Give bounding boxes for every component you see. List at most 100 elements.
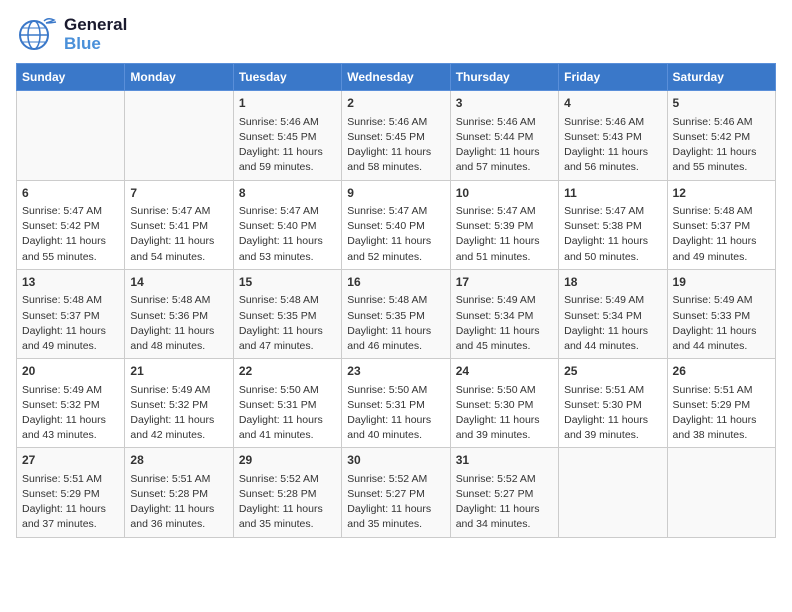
cell-content: Sunrise: 5:47 AM Sunset: 5:42 PM Dayligh… xyxy=(22,204,119,265)
cell-content: Sunrise: 5:48 AM Sunset: 5:35 PM Dayligh… xyxy=(347,293,444,354)
day-number: 18 xyxy=(564,274,661,291)
day-number: 21 xyxy=(130,363,227,380)
day-number: 19 xyxy=(673,274,770,291)
cell-content: Sunrise: 5:52 AM Sunset: 5:27 PM Dayligh… xyxy=(456,472,553,533)
cell-content: Sunrise: 5:50 AM Sunset: 5:30 PM Dayligh… xyxy=(456,383,553,444)
cell-content: Sunrise: 5:52 AM Sunset: 5:27 PM Dayligh… xyxy=(347,472,444,533)
day-number: 29 xyxy=(239,452,336,469)
calendar-cell: 28 Sunrise: 5:51 AM Sunset: 5:28 PM Dayli… xyxy=(125,448,233,537)
calendar-cell: 4Sunrise: 5:46 AM Sunset: 5:43 PM Daylig… xyxy=(559,91,667,180)
calendar-cell: 31 Sunrise: 5:52 AM Sunset: 5:27 PM Dayli… xyxy=(450,448,558,537)
cell-content: Sunrise: 5:51 AM Sunset: 5:29 PM Dayligh… xyxy=(22,472,119,533)
calendar-cell xyxy=(667,448,775,537)
calendar-table: SundayMondayTuesdayWednesdayThursdayFrid… xyxy=(16,63,776,537)
calendar-cell: 20Sunrise: 5:49 AM Sunset: 5:32 PM Dayli… xyxy=(17,359,125,448)
day-number: 30 xyxy=(347,452,444,469)
calendar-week-row: 6 Sunrise: 5:47 AM Sunset: 5:42 PM Daylig… xyxy=(17,180,776,269)
day-number: 15 xyxy=(239,274,336,291)
calendar-cell: 29 Sunrise: 5:52 AM Sunset: 5:28 PM Dayli… xyxy=(233,448,341,537)
cell-content: Sunrise: 5:51 AM Sunset: 5:29 PM Dayligh… xyxy=(673,383,770,444)
calendar-cell: 27 Sunrise: 5:51 AM Sunset: 5:29 PM Dayli… xyxy=(17,448,125,537)
calendar-cell: 2 Sunrise: 5:46 AM Sunset: 5:45 PM Daylig… xyxy=(342,91,450,180)
calendar-cell: 8 Sunrise: 5:47 AM Sunset: 5:40 PM Daylig… xyxy=(233,180,341,269)
day-number: 31 xyxy=(456,452,553,469)
day-number: 12 xyxy=(673,185,770,202)
cell-content: Sunrise: 5:48 AM Sunset: 5:37 PM Dayligh… xyxy=(673,204,770,265)
day-number: 1 xyxy=(239,95,336,112)
cell-content: Sunrise: 5:47 AM Sunset: 5:41 PM Dayligh… xyxy=(130,204,227,265)
day-number: 22 xyxy=(239,363,336,380)
calendar-cell: 17Sunrise: 5:49 AM Sunset: 5:34 PM Dayli… xyxy=(450,269,558,358)
day-number: 28 xyxy=(130,452,227,469)
calendar-cell: 3 Sunrise: 5:46 AM Sunset: 5:44 PM Daylig… xyxy=(450,91,558,180)
calendar-header-row: SundayMondayTuesdayWednesdayThursdayFrid… xyxy=(17,64,776,91)
day-number: 10 xyxy=(456,185,553,202)
day-number: 16 xyxy=(347,274,444,291)
cell-content: Sunrise: 5:51 AM Sunset: 5:30 PM Dayligh… xyxy=(564,383,661,444)
cell-content: Sunrise: 5:47 AM Sunset: 5:40 PM Dayligh… xyxy=(347,204,444,265)
calendar-cell: 21Sunrise: 5:49 AM Sunset: 5:32 PM Dayli… xyxy=(125,359,233,448)
cell-content: Sunrise: 5:49 AM Sunset: 5:32 PM Dayligh… xyxy=(22,383,119,444)
day-number: 5 xyxy=(673,95,770,112)
calendar-cell: 10 Sunrise: 5:47 AM Sunset: 5:39 PM Dayli… xyxy=(450,180,558,269)
calendar-cell: 22Sunrise: 5:50 AM Sunset: 5:31 PM Dayli… xyxy=(233,359,341,448)
column-header-saturday: Saturday xyxy=(667,64,775,91)
day-number: 27 xyxy=(22,452,119,469)
page-header: GeneralBlue xyxy=(16,16,776,53)
calendar-cell: 19Sunrise: 5:49 AM Sunset: 5:33 PM Dayli… xyxy=(667,269,775,358)
day-number: 3 xyxy=(456,95,553,112)
logo-globe-icon xyxy=(16,17,60,53)
column-header-sunday: Sunday xyxy=(17,64,125,91)
cell-content: Sunrise: 5:48 AM Sunset: 5:36 PM Dayligh… xyxy=(130,293,227,354)
cell-content: Sunrise: 5:46 AM Sunset: 5:43 PM Dayligh… xyxy=(564,115,661,176)
cell-content: Sunrise: 5:47 AM Sunset: 5:40 PM Dayligh… xyxy=(239,204,336,265)
day-number: 9 xyxy=(347,185,444,202)
cell-content: Sunrise: 5:47 AM Sunset: 5:38 PM Dayligh… xyxy=(564,204,661,265)
calendar-cell: 6 Sunrise: 5:47 AM Sunset: 5:42 PM Daylig… xyxy=(17,180,125,269)
day-number: 7 xyxy=(130,185,227,202)
cell-content: Sunrise: 5:47 AM Sunset: 5:39 PM Dayligh… xyxy=(456,204,553,265)
column-header-wednesday: Wednesday xyxy=(342,64,450,91)
calendar-week-row: 27 Sunrise: 5:51 AM Sunset: 5:29 PM Dayli… xyxy=(17,448,776,537)
calendar-week-row: 1 Sunrise: 5:46 AM Sunset: 5:45 PM Daylig… xyxy=(17,91,776,180)
column-header-thursday: Thursday xyxy=(450,64,558,91)
logo: GeneralBlue xyxy=(16,16,127,53)
calendar-cell: 24 Sunrise: 5:50 AM Sunset: 5:30 PM Dayli… xyxy=(450,359,558,448)
cell-content: Sunrise: 5:48 AM Sunset: 5:35 PM Dayligh… xyxy=(239,293,336,354)
day-number: 11 xyxy=(564,185,661,202)
calendar-cell: 15 Sunrise: 5:48 AM Sunset: 5:35 PM Dayli… xyxy=(233,269,341,358)
cell-content: Sunrise: 5:51 AM Sunset: 5:28 PM Dayligh… xyxy=(130,472,227,533)
cell-content: Sunrise: 5:49 AM Sunset: 5:34 PM Dayligh… xyxy=(564,293,661,354)
cell-content: Sunrise: 5:52 AM Sunset: 5:28 PM Dayligh… xyxy=(239,472,336,533)
cell-content: Sunrise: 5:46 AM Sunset: 5:42 PM Dayligh… xyxy=(673,115,770,176)
calendar-cell: 14 Sunrise: 5:48 AM Sunset: 5:36 PM Dayli… xyxy=(125,269,233,358)
column-header-monday: Monday xyxy=(125,64,233,91)
cell-content: Sunrise: 5:50 AM Sunset: 5:31 PM Dayligh… xyxy=(347,383,444,444)
cell-content: Sunrise: 5:46 AM Sunset: 5:44 PM Dayligh… xyxy=(456,115,553,176)
day-number: 13 xyxy=(22,274,119,291)
calendar-week-row: 13 Sunrise: 5:48 AM Sunset: 5:37 PM Dayli… xyxy=(17,269,776,358)
calendar-cell: 23 Sunrise: 5:50 AM Sunset: 5:31 PM Dayli… xyxy=(342,359,450,448)
day-number: 14 xyxy=(130,274,227,291)
day-number: 8 xyxy=(239,185,336,202)
calendar-cell: 25 Sunrise: 5:51 AM Sunset: 5:30 PM Dayli… xyxy=(559,359,667,448)
calendar-cell: 26Sunrise: 5:51 AM Sunset: 5:29 PM Dayli… xyxy=(667,359,775,448)
cell-content: Sunrise: 5:46 AM Sunset: 5:45 PM Dayligh… xyxy=(239,115,336,176)
calendar-cell: 9 Sunrise: 5:47 AM Sunset: 5:40 PM Daylig… xyxy=(342,180,450,269)
cell-content: Sunrise: 5:48 AM Sunset: 5:37 PM Dayligh… xyxy=(22,293,119,354)
calendar-cell: 30 Sunrise: 5:52 AM Sunset: 5:27 PM Dayli… xyxy=(342,448,450,537)
day-number: 24 xyxy=(456,363,553,380)
calendar-cell xyxy=(125,91,233,180)
day-number: 25 xyxy=(564,363,661,380)
calendar-week-row: 20Sunrise: 5:49 AM Sunset: 5:32 PM Dayli… xyxy=(17,359,776,448)
day-number: 23 xyxy=(347,363,444,380)
day-number: 2 xyxy=(347,95,444,112)
calendar-cell: 11 Sunrise: 5:47 AM Sunset: 5:38 PM Dayli… xyxy=(559,180,667,269)
day-number: 6 xyxy=(22,185,119,202)
cell-content: Sunrise: 5:49 AM Sunset: 5:34 PM Dayligh… xyxy=(456,293,553,354)
column-header-friday: Friday xyxy=(559,64,667,91)
cell-content: Sunrise: 5:46 AM Sunset: 5:45 PM Dayligh… xyxy=(347,115,444,176)
calendar-cell: 13 Sunrise: 5:48 AM Sunset: 5:37 PM Dayli… xyxy=(17,269,125,358)
calendar-cell: 12 Sunrise: 5:48 AM Sunset: 5:37 PM Dayli… xyxy=(667,180,775,269)
logo-text: GeneralBlue xyxy=(64,16,127,53)
